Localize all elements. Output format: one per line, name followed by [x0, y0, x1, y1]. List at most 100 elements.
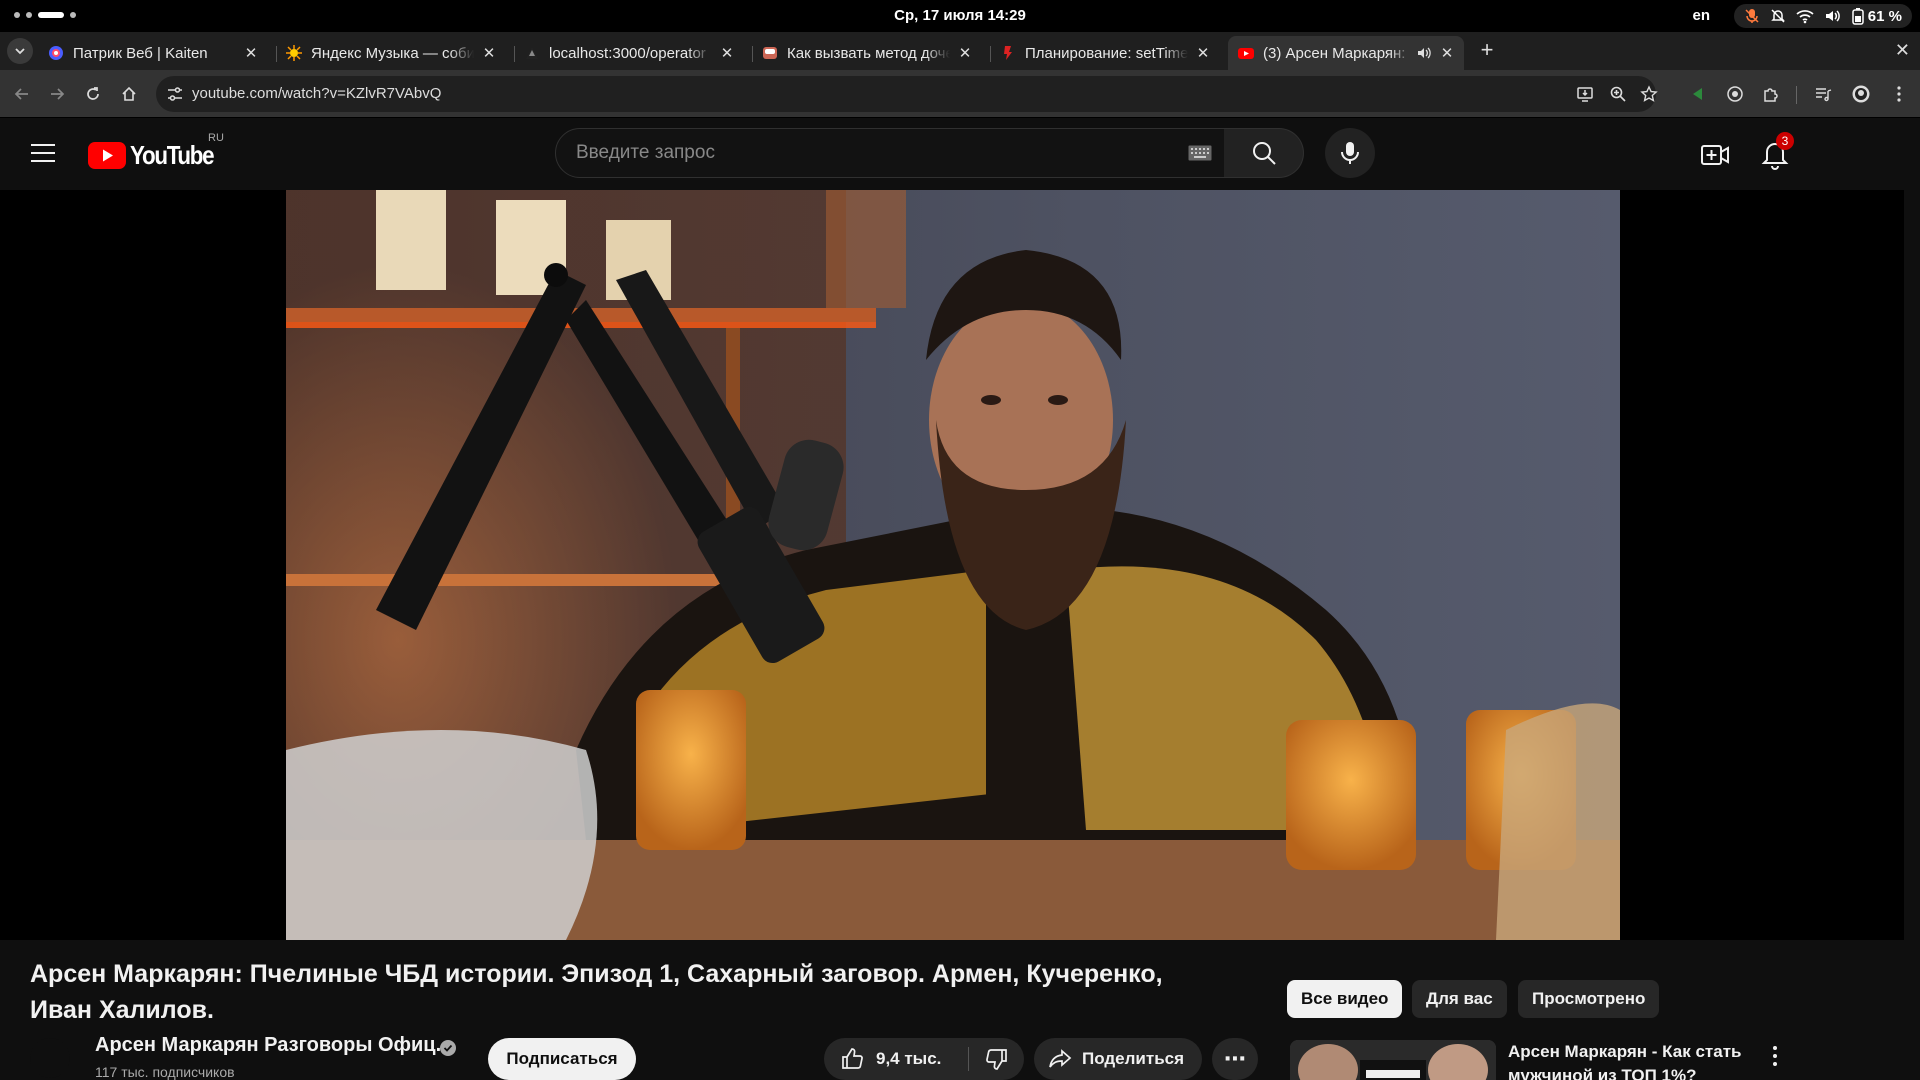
- new-tab-button[interactable]: +: [1472, 36, 1502, 66]
- voice-search-button[interactable]: [1325, 128, 1375, 178]
- search-button[interactable]: [1224, 128, 1304, 178]
- zoom-icon[interactable]: [1609, 85, 1627, 103]
- create-video-icon[interactable]: [1700, 140, 1730, 170]
- share-button[interactable]: Поделиться: [1034, 1038, 1202, 1080]
- js-icon: [1004, 46, 1012, 60]
- workspace-indicator[interactable]: [14, 12, 76, 18]
- browser-tab-settimeout[interactable]: Планирование: setTime ✕: [990, 36, 1220, 70]
- thumbs-down-icon: [985, 1049, 1007, 1070]
- video-title: Арсен Маркарян: Пчелиные ЧБД истории. Эп…: [30, 960, 1163, 1024]
- browser-tab-kaiten[interactable]: Патрик Веб | Kaiten ✕: [38, 36, 268, 70]
- tab-close-icon[interactable]: ✕: [1194, 44, 1212, 62]
- tab-search-button[interactable]: [7, 38, 33, 64]
- tab-title: Планирование: setTime: [1025, 44, 1188, 62]
- chevron-down-icon: [15, 48, 25, 55]
- url-text[interactable]: youtube.com/watch?v=KZlvR7VAbvQ: [192, 85, 441, 102]
- browser-tab-localhost[interactable]: localhost:3000/operator ✕: [514, 36, 744, 70]
- keyboard-layout-indicator[interactable]: en: [1692, 7, 1710, 24]
- youtube-logo[interactable]: YouTube RU: [88, 132, 227, 170]
- youtube-icon: [1238, 48, 1254, 59]
- channel-subscribers: 117 тыс. подписчиков: [95, 1064, 235, 1080]
- arrow-left-icon: [14, 88, 28, 100]
- subscribe-button[interactable]: Подписаться: [488, 1038, 636, 1080]
- install-app-icon[interactable]: [1576, 85, 1594, 103]
- reload-icon: [87, 87, 99, 100]
- chip-watched[interactable]: Просмотрено: [1518, 980, 1660, 1018]
- suggested-video-thumbnail[interactable]: [1290, 1040, 1496, 1080]
- youtube-wordmark: YouTube: [130, 139, 215, 170]
- tab-title: Яндекс Музыка — собир: [311, 44, 474, 62]
- home-button[interactable]: [117, 82, 141, 106]
- audio-playing-icon[interactable]: [1416, 45, 1432, 61]
- channel-name[interactable]: Арсен Маркарян Разговоры Офиц...: [95, 1034, 452, 1057]
- tab-close-icon[interactable]: ✕: [718, 44, 736, 62]
- os-clock[interactable]: Ср, 17 июля 14:29: [0, 7, 1920, 24]
- window-close-icon[interactable]: ✕: [1895, 40, 1910, 61]
- bookmark-star-icon[interactable]: [1640, 85, 1658, 103]
- verified-badge-icon: [440, 1040, 456, 1056]
- extension-target-icon[interactable]: [1726, 85, 1744, 103]
- profile-avatar-icon[interactable]: [1852, 85, 1870, 103]
- country-code: RU: [208, 132, 224, 144]
- tab-close-icon[interactable]: ✕: [242, 44, 260, 62]
- video-player[interactable]: [286, 190, 1620, 940]
- extension-green-icon[interactable]: [1690, 85, 1708, 103]
- tab-title: localhost:3000/operator: [549, 44, 706, 62]
- youtube-page: YouTube RU 3: [0, 118, 1920, 1080]
- reload-button[interactable]: [81, 82, 105, 106]
- site-info-icon[interactable]: [166, 85, 184, 103]
- thumbs-up-icon: [842, 1048, 863, 1069]
- browser-tab-habr[interactable]: Как вызвать метод доче ✕: [752, 36, 982, 70]
- address-bar[interactable]: youtube.com/watch?v=KZlvR7VAbvQ: [156, 76, 1658, 112]
- video-frame: [286, 190, 1620, 940]
- tab-title: (3) Арсен Маркарян:: [1263, 44, 1406, 62]
- dislike-button[interactable]: [969, 1038, 1024, 1080]
- yandex-music-icon: [286, 45, 302, 61]
- channel-avatar[interactable]: [30, 1038, 70, 1078]
- tab-close-icon[interactable]: ✕: [1438, 44, 1456, 62]
- browser-tab-yandex-music[interactable]: Яндекс Музыка — собир ✕: [276, 36, 506, 70]
- search-input[interactable]: [576, 129, 1136, 177]
- extensions-puzzle-icon[interactable]: [1762, 85, 1780, 103]
- notifications-muted-icon: [1770, 9, 1785, 23]
- suggested-more-icon[interactable]: [1765, 1044, 1785, 1068]
- keyboard-icon[interactable]: [1188, 145, 1212, 161]
- search-icon: [1252, 142, 1276, 165]
- suggested-thumbnail-image: [1290, 1040, 1496, 1080]
- forward-button[interactable]: [45, 82, 69, 106]
- tab-close-icon[interactable]: ✕: [956, 44, 974, 62]
- home-icon: [122, 86, 136, 101]
- system-tray[interactable]: 61 %: [1733, 4, 1912, 28]
- volume-icon: [1825, 10, 1840, 22]
- battery-icon: [1852, 8, 1864, 25]
- chip-all-videos[interactable]: Все видео: [1287, 980, 1403, 1018]
- chip-for-you[interactable]: Для вас: [1412, 980, 1507, 1018]
- mic-muted-icon: [1745, 9, 1759, 23]
- suggested-video-title[interactable]: Арсен Маркарян - Как стать мужчиной из Т…: [1508, 1040, 1748, 1080]
- back-button[interactable]: [10, 82, 34, 106]
- more-actions-button[interactable]: ⋯: [1212, 1038, 1258, 1080]
- notifications-button[interactable]: 3: [1760, 132, 1794, 170]
- page-scrollbar[interactable]: [1904, 190, 1920, 1080]
- hamburger-menu-icon[interactable]: [30, 142, 56, 164]
- browser-toolbar: youtube.com/watch?v=KZlvR7VAbvQ: [0, 70, 1920, 118]
- os-top-bar: Ср, 17 июля 14:29 en 61 %: [0, 0, 1920, 32]
- wifi-icon: [1796, 10, 1814, 24]
- tab-close-icon[interactable]: ✕: [480, 44, 498, 62]
- habr-icon: [763, 47, 777, 59]
- arrow-right-icon: [51, 88, 65, 100]
- notification-count-badge: 3: [1776, 132, 1794, 150]
- like-button[interactable]: 9,4 тыс.: [824, 1038, 968, 1080]
- battery-percent: 61 %: [1867, 7, 1902, 25]
- browser-menu-icon[interactable]: [1890, 85, 1908, 103]
- tab-title: Патрик Веб | Kaiten: [73, 44, 208, 62]
- share-arrow-icon: [1049, 1049, 1072, 1068]
- media-control-icon[interactable]: [1814, 85, 1832, 103]
- toolbar-separator: [1796, 86, 1797, 104]
- kaiten-icon: [49, 46, 63, 60]
- localhost-icon: [526, 47, 538, 59]
- youtube-header: YouTube RU 3: [0, 118, 1920, 190]
- youtube-play-logo-icon: [88, 141, 126, 169]
- browser-tab-youtube[interactable]: (3) Арсен Маркарян: ✕: [1228, 36, 1464, 70]
- tab-title: Как вызвать метод доче: [787, 44, 950, 62]
